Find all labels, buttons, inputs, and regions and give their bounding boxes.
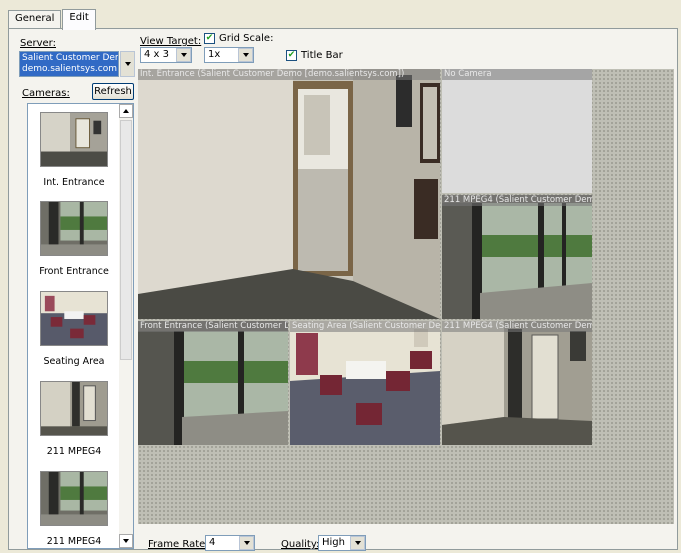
grid-cell-empty[interactable]: No Camera xyxy=(442,69,592,193)
tab-edit[interactable]: Edit xyxy=(62,9,96,30)
cell-title-bar: Int. Entrance (Salient Customer Demo [de… xyxy=(138,69,440,80)
server-selected-value: Salient Customer Demo demo.salientsys.co… xyxy=(20,52,118,76)
frame-rate-value: 4 xyxy=(209,537,216,548)
camera-label: Seating Area xyxy=(43,356,105,367)
scrollbar-thumb[interactable] xyxy=(120,120,132,360)
grid-cell-211-mpeg4[interactable]: 211 MPEG4 (Salient Customer Demo xyxy=(442,195,592,319)
camera-list-scrollbar[interactable] xyxy=(119,104,133,548)
camera-thumbnail-front-entrance xyxy=(40,201,108,256)
server-select[interactable]: Salient Customer Demo demo.salientsys.co… xyxy=(19,51,119,77)
camera-label: 211 MPEG4 xyxy=(46,446,102,457)
camera-thumbnail-int-entrance xyxy=(40,112,108,167)
hallway-camera-feed xyxy=(138,69,440,319)
grid-scale-label: Grid Scale: xyxy=(219,33,274,44)
cameras-label: Cameras: xyxy=(22,88,70,99)
tab-strip: General Edit xyxy=(8,8,97,30)
view-target-label: View Target: xyxy=(140,36,202,47)
camera-label: Int. Entrance xyxy=(43,177,105,188)
tab-general[interactable]: General xyxy=(8,10,62,29)
quality-value: High xyxy=(322,537,345,548)
camera-thumbnail-211-mpeg4 xyxy=(40,381,108,436)
camera-label: 211 MPEG4 xyxy=(46,536,102,547)
cell-title-bar: No Camera xyxy=(442,69,592,80)
room-camera-feed xyxy=(442,321,592,445)
quality-label: Quality: xyxy=(281,539,320,550)
frame-rate-select[interactable]: 4 xyxy=(205,535,255,551)
camera-thumbnail-211-mpeg4 xyxy=(40,471,108,526)
frame-rate-label: Frame Rate: xyxy=(148,539,209,550)
scroll-up-icon[interactable] xyxy=(119,104,133,118)
refresh-button[interactable]: Refresh xyxy=(92,83,134,100)
cell-title-bar: Front Entrance (Salient Customer De xyxy=(138,321,288,332)
grid-scale-value: 1x xyxy=(208,49,221,60)
grid-scale-select[interactable]: 1x xyxy=(204,47,254,63)
quality-dropdown-arrow-icon[interactable] xyxy=(350,536,365,550)
quality-select[interactable]: High xyxy=(318,535,366,551)
camera-list[interactable]: Int. Entrance Front Entrance Seating Are… xyxy=(27,103,134,549)
outdoor-camera-feed xyxy=(442,195,592,319)
grid-cell-seating-area[interactable]: Seating Area (Salient Customer Dem xyxy=(290,321,440,445)
grid-scale-dropdown-arrow-icon[interactable] xyxy=(238,48,253,62)
grid-cell-int-entrance[interactable]: Int. Entrance (Salient Customer Demo [de… xyxy=(138,69,440,319)
view-target-select[interactable]: 4 x 3 xyxy=(140,47,192,63)
grid-cell-front-entrance[interactable]: Front Entrance (Salient Customer De xyxy=(138,321,288,445)
title-bar-label: Title Bar xyxy=(301,50,343,61)
grid-cell-211-mpeg4[interactable]: 211 MPEG4 (Salient Customer Dem xyxy=(442,321,592,445)
frame-rate-dropdown-arrow-icon[interactable] xyxy=(239,536,254,550)
view-target-value: 4 x 3 xyxy=(144,49,169,60)
view-target-dropdown-arrow-icon[interactable] xyxy=(176,48,191,62)
camera-label: Front Entrance xyxy=(39,266,109,277)
server-dropdown-arrow-icon[interactable] xyxy=(120,51,135,77)
cell-title-bar: 211 MPEG4 (Salient Customer Dem xyxy=(442,321,592,332)
camera-thumbnail-seating-area xyxy=(40,291,108,346)
camera-grid[interactable]: Int. Entrance (Salient Customer Demo [de… xyxy=(138,69,674,524)
seating-area-camera-feed xyxy=(290,321,440,445)
cell-title-bar: 211 MPEG4 (Salient Customer Demo xyxy=(442,195,592,206)
grid-scale-checkbox[interactable]: ✔ xyxy=(204,33,215,44)
scroll-down-icon[interactable] xyxy=(119,534,133,548)
server-label: Server: xyxy=(20,38,56,49)
title-bar-checkbox[interactable]: ✔ xyxy=(286,50,297,61)
front-entrance-camera-feed xyxy=(138,321,288,445)
cell-title-bar: Seating Area (Salient Customer Dem xyxy=(290,321,440,332)
